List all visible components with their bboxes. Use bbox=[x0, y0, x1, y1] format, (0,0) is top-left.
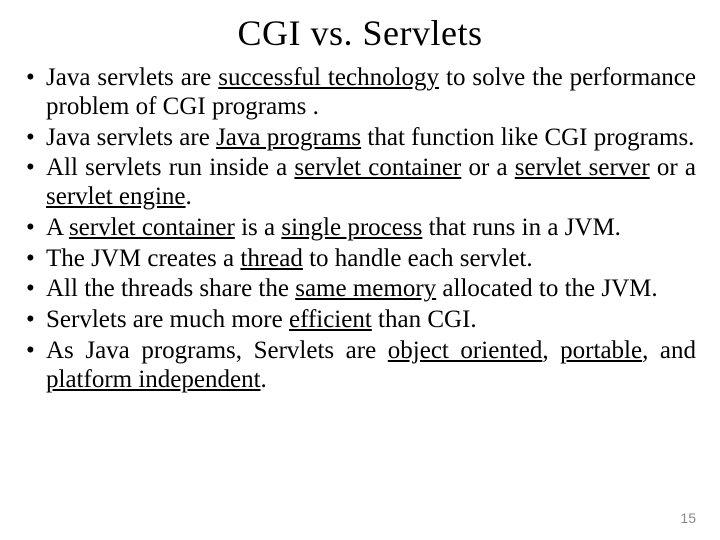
underlined-text: efficient bbox=[289, 306, 372, 333]
underlined-text: servlet engine bbox=[46, 183, 186, 210]
underlined-text: servlet container bbox=[294, 154, 461, 181]
text-run: A bbox=[46, 214, 69, 241]
list-item: All the threads share the same memory al… bbox=[24, 275, 696, 304]
page-number: 15 bbox=[680, 510, 696, 526]
list-item: Servlets are much more efficient than CG… bbox=[24, 306, 696, 335]
list-item: Java servlets are Java programs that fun… bbox=[24, 124, 696, 153]
underlined-text: same memory bbox=[295, 275, 436, 302]
text-run: , bbox=[542, 337, 560, 364]
text-run: Servlets are much more bbox=[46, 306, 289, 333]
text-run: The JVM creates a bbox=[46, 245, 240, 272]
underlined-text: platform independent bbox=[46, 366, 261, 393]
text-run: Java servlets are bbox=[46, 124, 216, 151]
underlined-text: single process bbox=[281, 214, 422, 241]
list-item: As Java programs, Servlets are object or… bbox=[24, 337, 696, 395]
text-run: As Java programs, Servlets are bbox=[46, 337, 388, 364]
list-item: Java servlets are successful technology … bbox=[24, 64, 696, 122]
list-item: The JVM creates a thread to handle each … bbox=[24, 245, 696, 274]
slide: CGI vs. Servlets Java servlets are succe… bbox=[0, 0, 720, 540]
underlined-text: servlet container bbox=[69, 214, 235, 241]
slide-title: CGI vs. Servlets bbox=[24, 12, 696, 54]
text-run: or a bbox=[461, 154, 515, 181]
underlined-text: portable bbox=[560, 337, 642, 364]
text-run: that function like CGI programs. bbox=[361, 124, 694, 151]
text-run: allocated to the JVM. bbox=[436, 275, 657, 302]
list-item: A servlet container is a single process … bbox=[24, 214, 696, 243]
text-run: All servlets run inside a bbox=[46, 154, 294, 181]
list-item: All servlets run inside a servlet contai… bbox=[24, 154, 696, 212]
underlined-text: successful technology bbox=[218, 64, 439, 91]
bullet-list: Java servlets are successful technology … bbox=[24, 64, 696, 394]
text-run: to handle each servlet. bbox=[303, 245, 533, 272]
text-run: , and bbox=[642, 337, 696, 364]
text-run: that runs in a JVM. bbox=[422, 214, 621, 241]
text-run: . bbox=[186, 183, 192, 210]
text-run: or a bbox=[650, 154, 696, 181]
text-run: than CGI. bbox=[372, 306, 477, 333]
underlined-text: thread bbox=[240, 245, 302, 272]
underlined-text: object oriented bbox=[388, 337, 543, 364]
underlined-text: Java programs bbox=[216, 124, 361, 151]
text-run: Java servlets are bbox=[46, 64, 218, 91]
underlined-text: servlet server bbox=[515, 154, 650, 181]
text-run: All the threads share the bbox=[46, 275, 295, 302]
text-run: is a bbox=[235, 214, 282, 241]
text-run: . bbox=[261, 366, 267, 393]
